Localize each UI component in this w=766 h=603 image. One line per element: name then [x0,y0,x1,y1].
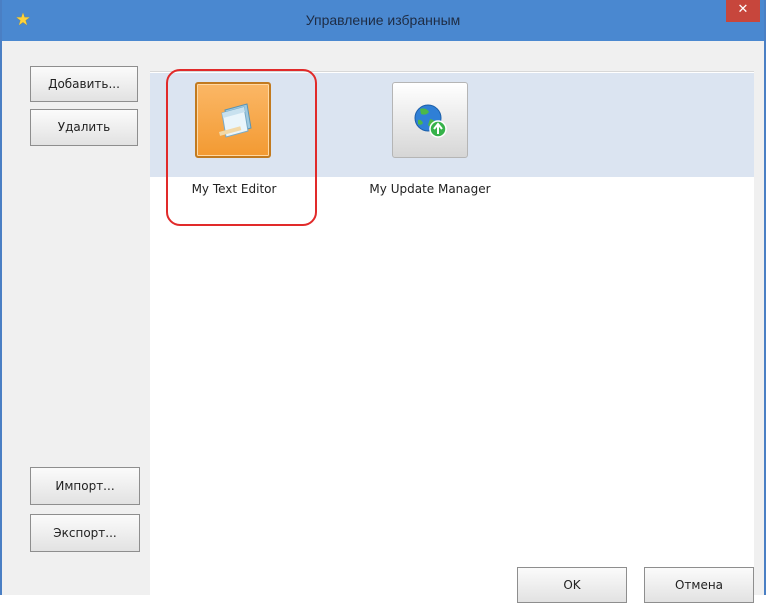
close-icon: ✕ [737,2,749,17]
add-button[interactable]: Добавить... [30,66,138,102]
favorite-tile-update-manager[interactable] [392,82,468,158]
export-button[interactable]: Экспорт... [30,514,140,552]
delete-button[interactable]: Удалить [30,109,138,146]
globe-update-icon [414,104,447,138]
import-button[interactable]: Импорт... [30,467,140,505]
selection-annotation [166,69,317,226]
favorite-label-update-manager[interactable]: My Update Manager [340,182,520,196]
ok-button[interactable]: OK [517,567,627,603]
window-title: Управление избранным [305,12,461,28]
cancel-button[interactable]: Отмена [644,567,754,603]
title-bar[interactable]: ★ Управление избранным ✕ [2,0,764,41]
close-button[interactable]: ✕ [726,0,760,22]
